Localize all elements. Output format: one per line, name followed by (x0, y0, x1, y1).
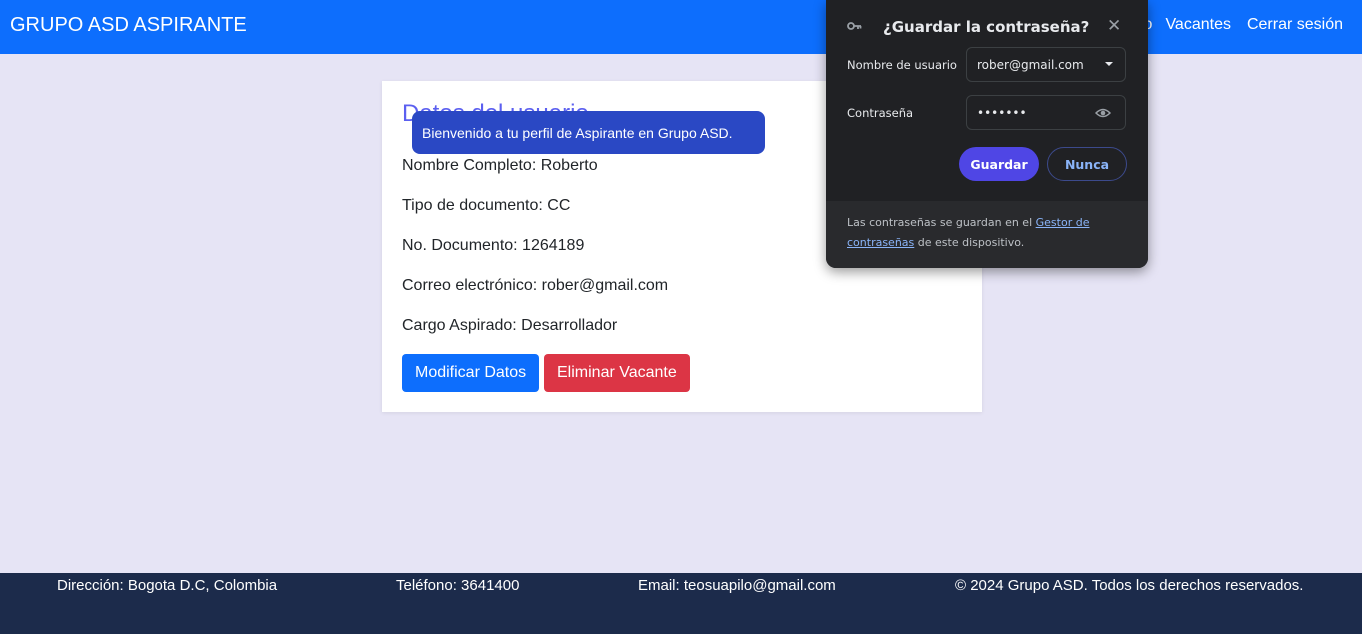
key-icon (846, 18, 862, 38)
username-select[interactable]: rober@gmail.com (966, 47, 1126, 82)
dialog-title: ¿Guardar la contraseña? (883, 18, 1090, 36)
top-navbar: GRUPO ASD ASPIRANTE o Vacantes Cerrar se… (0, 0, 1362, 54)
footer-text-prefix: Las contraseñas se guardan en el (847, 216, 1036, 229)
never-save-button[interactable]: Nunca (1047, 147, 1127, 181)
username-value: rober@gmail.com (977, 57, 1084, 72)
modify-data-button[interactable]: Modificar Datos (402, 354, 540, 392)
delete-vacancy-button[interactable]: Eliminar Vacante (544, 354, 690, 392)
eye-icon[interactable] (1094, 106, 1112, 123)
field-email: Correo electrónico: rober@gmail.com (402, 277, 669, 294)
password-label: Contraseña (847, 106, 914, 120)
field-document-type: Tipo de documento: CC (402, 197, 571, 214)
welcome-toast: Bienvenido a tu perfil de Aspirante en G… (412, 111, 765, 154)
close-icon[interactable]: ✕ (1107, 16, 1121, 36)
brand-title[interactable]: GRUPO ASD ASPIRANTE (10, 14, 247, 37)
nav-link-vacantes[interactable]: Vacantes (1165, 16, 1231, 34)
field-position: Cargo Aspirado: Desarrollador (402, 317, 618, 334)
footer-copyright: © 2024 Grupo ASD. Todos los derechos res… (955, 577, 1304, 594)
save-password-dialog: ¿Guardar la contraseña? ✕ Nombre de usua… (826, 0, 1148, 268)
username-label: Nombre de usuario (847, 58, 957, 72)
save-password-button[interactable]: Guardar (959, 147, 1039, 181)
dialog-footer: Las contraseñas se guardan en el Gestor … (826, 201, 1148, 268)
footer-phone: Teléfono: 3641400 (396, 577, 520, 594)
field-document-number: No. Documento: 1264189 (402, 237, 585, 254)
nav-link-logout[interactable]: Cerrar sesión (1247, 16, 1343, 34)
footer-text-suffix: de este dispositivo. (914, 236, 1025, 249)
nav-links: o Vacantes Cerrar sesión (1143, 16, 1343, 34)
footer-email: Email: teosuapilo@gmail.com (638, 577, 836, 594)
footer-address: Dirección: Bogota D.C, Colombia (57, 577, 278, 594)
field-full-name: Nombre Completo: Roberto (402, 157, 598, 174)
password-field[interactable]: ••••••• (966, 95, 1126, 130)
page-footer: Dirección: Bogota D.C, Colombia Teléfono… (0, 573, 1362, 634)
password-value: ••••••• (977, 105, 1027, 120)
dropdown-arrow-icon (1105, 62, 1113, 66)
